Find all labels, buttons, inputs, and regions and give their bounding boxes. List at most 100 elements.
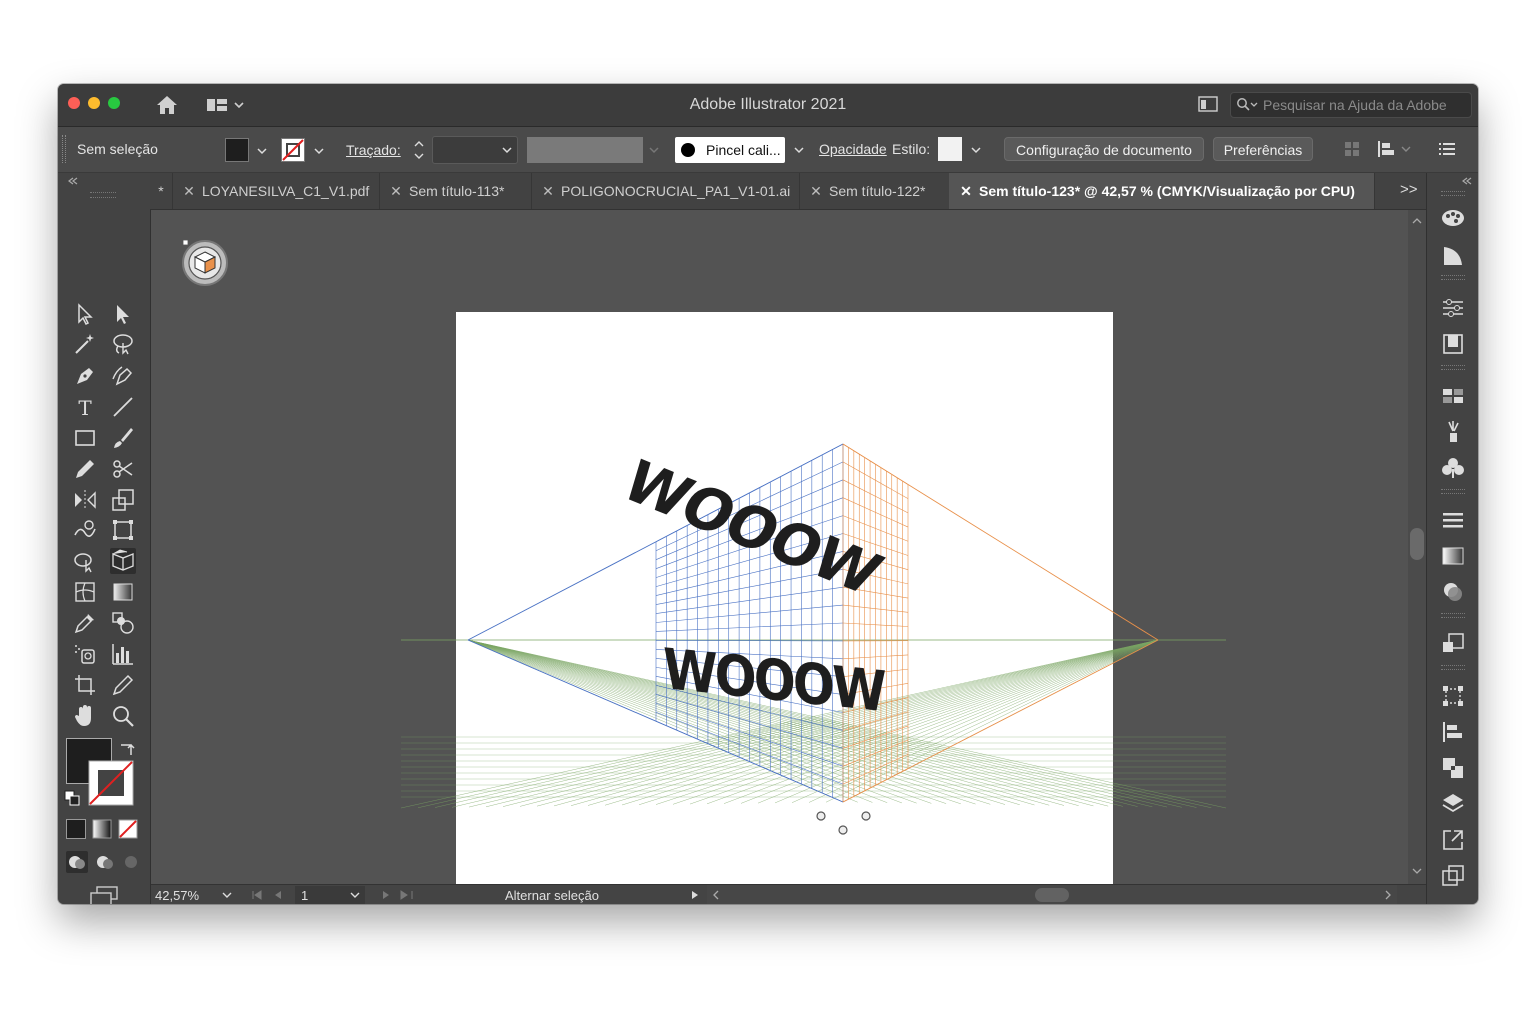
control-bar-grip[interactable] <box>62 135 66 163</box>
tab-sem-titulo-113[interactable]: ✕ Sem título-113* <box>379 173 532 209</box>
dock-grip[interactable] <box>1441 365 1465 370</box>
preferences-button[interactable]: Preferências <box>1213 137 1313 161</box>
tab-loyanesilva[interactable]: ✕ LOYANESILVA_C1_V1.pdf <box>172 173 380 209</box>
scroll-down-icon[interactable] <box>1411 866 1423 876</box>
swap-colors-icon[interactable] <box>118 740 136 758</box>
transform-icon[interactable] <box>1440 683 1466 709</box>
export-icon[interactable] <box>1440 827 1466 853</box>
brush-definition-dropdown[interactable]: Pincel cali... <box>675 137 785 163</box>
opacity-label[interactable]: Opacidade <box>819 141 887 157</box>
appearance-icon[interactable] <box>1440 631 1466 657</box>
workspace-switcher-icon[interactable] <box>206 96 244 114</box>
pencil-tool-icon[interactable] <box>72 456 98 482</box>
panel-menu-icon[interactable] <box>1438 141 1456 157</box>
close-tab-icon[interactable]: ✕ <box>180 173 198 209</box>
scissors-tool-icon[interactable] <box>110 456 136 482</box>
zoom-level[interactable]: 42,57% <box>155 888 199 903</box>
brushes-icon[interactable] <box>1440 419 1466 445</box>
magic-wand-icon[interactable] <box>72 331 98 357</box>
stroke-color-box[interactable] <box>88 760 134 806</box>
symbol-sprayer-icon[interactable] <box>72 641 98 667</box>
chevron-down-icon[interactable] <box>221 889 233 901</box>
close-tab-icon[interactable]: ✕ <box>807 173 825 209</box>
screen-mode-icon[interactable] <box>89 885 119 904</box>
collapse-panel-icon[interactable] <box>66 176 80 186</box>
close-tab-icon[interactable]: ✕ <box>957 173 975 209</box>
chevron-down-icon[interactable] <box>647 143 661 157</box>
tools-panel-grip[interactable] <box>90 192 116 198</box>
chevron-down-icon[interactable] <box>255 144 269 158</box>
curvature-tool-icon[interactable] <box>110 363 136 389</box>
lasso-icon[interactable] <box>110 331 136 357</box>
stroke-label[interactable]: Traçado: <box>346 142 401 158</box>
help-search-box[interactable] <box>1230 92 1472 118</box>
properties-icon[interactable] <box>1440 295 1466 321</box>
variable-width-profile[interactable] <box>527 137 643 163</box>
direct-selection-tool-icon[interactable] <box>110 301 136 327</box>
vertical-scroll-thumb[interactable] <box>1410 528 1424 560</box>
tab-sem-titulo-123[interactable]: ✕ Sem título-123* @ 42,57 % (CMYK/Visuali… <box>949 173 1375 209</box>
dock-grip[interactable] <box>1441 191 1465 196</box>
free-transform-icon[interactable] <box>110 517 136 543</box>
stroke-none-swatch[interactable] <box>281 138 305 162</box>
status-menu-arrow-icon[interactable] <box>689 889 701 901</box>
type-tool-icon[interactable]: T <box>72 394 98 420</box>
draw-behind-icon[interactable] <box>94 851 116 873</box>
slice-tool-icon[interactable] <box>110 672 136 698</box>
transparency-icon[interactable] <box>1440 579 1466 605</box>
gradient-tool-icon[interactable] <box>110 579 136 605</box>
hand-tool-icon[interactable] <box>72 703 98 729</box>
chevron-down-icon[interactable] <box>969 143 983 157</box>
toggle-selection-label[interactable]: Alternar seleção <box>505 888 599 903</box>
none-mode-icon[interactable] <box>118 819 138 839</box>
align-objects-icon[interactable] <box>1376 139 1412 159</box>
draw-inside-icon[interactable] <box>120 851 142 873</box>
color-mode-icon[interactable] <box>66 819 86 839</box>
symbols-icon[interactable] <box>1440 455 1466 481</box>
chevron-down-icon[interactable] <box>349 889 361 901</box>
selection-tool-icon[interactable] <box>72 301 98 327</box>
gradient-mode-icon[interactable] <box>92 819 112 839</box>
tab-sem-titulo-122[interactable]: ✕ Sem título-122* <box>799 173 950 209</box>
draw-normal-icon[interactable] <box>66 851 88 873</box>
default-colors-icon[interactable] <box>64 790 80 806</box>
minimize-window-button[interactable] <box>88 97 100 109</box>
pathfinder-icon[interactable] <box>1440 755 1466 781</box>
zoom-window-button[interactable] <box>108 97 120 109</box>
shape-builder-icon[interactable] <box>72 548 98 574</box>
home-icon[interactable] <box>156 95 178 115</box>
close-window-button[interactable] <box>68 97 80 109</box>
libraries-icon[interactable] <box>1440 331 1466 357</box>
canvas-area[interactable]: WOOOW WOOOW <box>151 210 1408 884</box>
close-tab-icon[interactable]: ✕ <box>387 173 405 209</box>
color-panel-icon[interactable] <box>1440 205 1466 231</box>
column-graph-icon[interactable] <box>110 641 136 667</box>
blend-tool-icon[interactable] <box>110 610 136 636</box>
scroll-right-icon[interactable] <box>1383 889 1393 901</box>
perspective-grid-icon[interactable] <box>110 548 136 574</box>
dock-grip[interactable] <box>1441 665 1465 670</box>
pen-tool-icon[interactable] <box>72 363 98 389</box>
mesh-tool-icon[interactable] <box>72 579 98 605</box>
align-icon[interactable] <box>1440 719 1466 745</box>
dock-grip[interactable] <box>1441 613 1465 618</box>
horizontal-scrollbar[interactable] <box>707 885 1397 904</box>
graphic-style-swatch[interactable] <box>938 137 962 161</box>
close-tab-icon[interactable]: ✕ <box>539 173 557 209</box>
next-last-artboard-icon[interactable] <box>379 889 417 901</box>
eyedropper-icon[interactable] <box>72 610 98 636</box>
zoom-tool-icon[interactable] <box>110 703 136 729</box>
stroke-stepper-icon[interactable] <box>411 136 427 164</box>
paintbrush-tool-icon[interactable] <box>110 425 136 451</box>
expand-panels-icon[interactable] <box>1460 176 1474 186</box>
color-guide-icon[interactable] <box>1440 243 1466 269</box>
tab-overflow-icon[interactable]: >> <box>1400 181 1418 198</box>
panel-layout-icon[interactable] <box>1198 96 1218 112</box>
chevron-down-icon[interactable] <box>792 143 806 157</box>
chevron-down-icon[interactable] <box>500 143 514 157</box>
dock-grip[interactable] <box>1441 489 1465 494</box>
arrange-grid-icon[interactable] <box>1344 141 1360 157</box>
scroll-left-icon[interactable] <box>711 889 721 901</box>
layers-icon[interactable] <box>1440 791 1466 817</box>
fill-color-swatch[interactable] <box>225 138 249 162</box>
